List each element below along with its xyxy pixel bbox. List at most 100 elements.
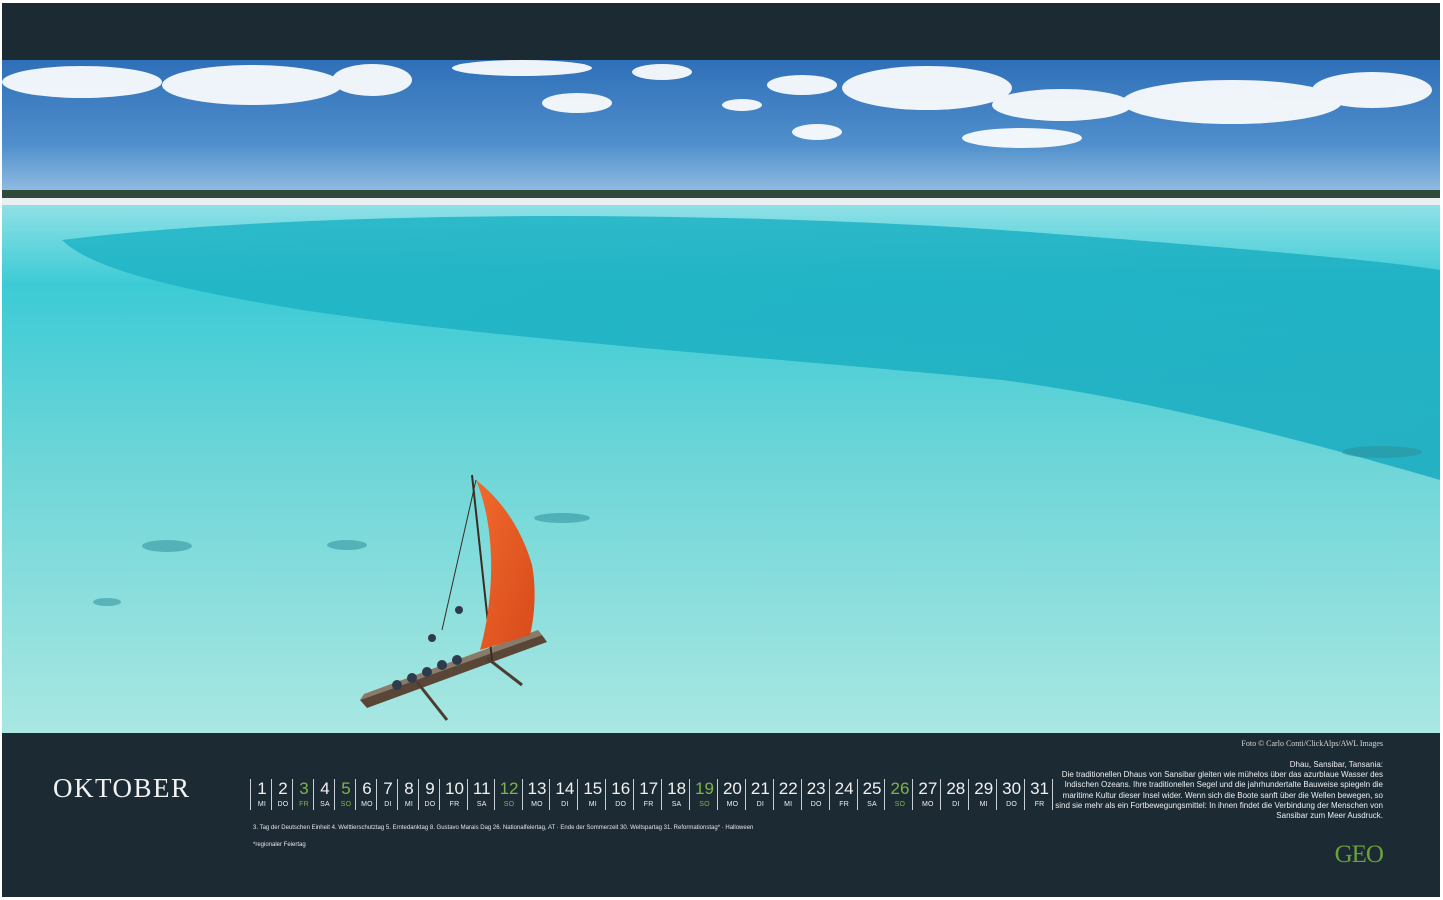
- day-number: 9: [425, 779, 435, 798]
- weekday-label: DI: [952, 801, 960, 808]
- calendar-day: 20 MO: [716, 779, 745, 810]
- calendar-day: 27 MO: [912, 779, 940, 810]
- calendar-page: Foto © Carlo Conti/ClickAlps/AWL Images …: [2, 3, 1440, 897]
- day-number: 6: [362, 779, 372, 798]
- day-number: 28: [946, 779, 966, 798]
- weekday-label: SO: [340, 801, 352, 808]
- weekday-label: FR: [449, 801, 460, 808]
- weekday-label: DO: [277, 801, 289, 808]
- calendar-day: 18 SA: [661, 779, 689, 810]
- day-number: 13: [527, 779, 547, 798]
- photo-dhow-zanzibar: [2, 60, 1440, 733]
- calendar-day: 31 FR: [1024, 779, 1054, 810]
- weekday-label: DO: [810, 801, 822, 808]
- weekday-label: MO: [531, 801, 543, 808]
- weekday-label: DI: [561, 801, 569, 808]
- calendar-day: 25 SA: [856, 779, 885, 810]
- calendar-day: 24 FR: [828, 779, 857, 810]
- calendar-day: 13 MO: [521, 779, 550, 810]
- calendar-day: 7 DI: [376, 779, 397, 810]
- weekday-label: SA: [320, 801, 330, 808]
- weekday-label: DO: [424, 801, 436, 808]
- day-number: 7: [383, 779, 393, 798]
- weekday-label: FR: [839, 801, 849, 808]
- calendar-day: 17 FR: [633, 779, 661, 810]
- holiday-footnote: *regionaler Feiertag: [253, 842, 306, 848]
- calendar-day: 11 SA: [466, 779, 494, 810]
- day-number: 11: [472, 779, 491, 798]
- day-number: 24: [834, 779, 854, 798]
- day-strip: 1 MI 2 DO 3 FR 4 SA 5 SO 6 MO 7 DI 8 MI 9 DO 10 FR 11 SA 12 SO 1…: [250, 779, 1054, 810]
- weekday-label: DI: [756, 801, 765, 808]
- holiday-list: 3. Tag der Deutschen Einheit 4. Welttier…: [253, 825, 754, 831]
- day-number: 1: [257, 779, 267, 798]
- weekday-label: FR: [1034, 801, 1045, 808]
- day-number: 5: [341, 779, 351, 798]
- day-number: 27: [918, 779, 938, 798]
- day-number: 21: [750, 779, 770, 798]
- calendar-day: 8 MI: [397, 779, 418, 810]
- weekday-label: SO: [503, 801, 515, 808]
- weekday-label: DI: [384, 801, 392, 808]
- day-number: 2: [278, 779, 288, 798]
- day-number: 30: [1002, 779, 1022, 798]
- day-number: 10: [445, 779, 464, 798]
- calendar-day: 29 MI: [968, 779, 996, 810]
- weekday-label: SO: [894, 801, 906, 808]
- calendar-day: 28 DI: [940, 779, 968, 810]
- weekday-label: DO: [615, 801, 627, 808]
- day-number: 8: [404, 779, 414, 798]
- day-number: 18: [667, 779, 687, 798]
- calendar-day: 3 FR: [292, 779, 313, 810]
- calendar-day: 9 DO: [418, 779, 439, 810]
- weekday-label: SO: [699, 801, 710, 808]
- weekday-label: SA: [671, 801, 682, 808]
- day-number: 20: [722, 779, 742, 798]
- day-number: 14: [555, 779, 575, 798]
- calendar-day: 19 SO: [689, 779, 717, 810]
- weekday-label: SA: [867, 801, 877, 808]
- weekday-label: MI: [979, 801, 988, 808]
- calendar-day: 21 DI: [744, 779, 773, 810]
- calendar-day: 10 FR: [439, 779, 467, 810]
- calendar-day: 22 MI: [772, 779, 801, 810]
- calendar-day: 14 DI: [549, 779, 577, 810]
- day-number: 16: [611, 779, 631, 798]
- calendar-day: 23 DO: [800, 779, 829, 810]
- calendar-day: 4 SA: [313, 779, 334, 810]
- day-number: 12: [499, 779, 519, 798]
- day-number: 17: [639, 779, 659, 798]
- caption-title: Dhau, Sansibar, Tansania:: [1289, 760, 1383, 769]
- day-number: 15: [583, 779, 603, 798]
- weekday-label: MO: [361, 801, 373, 808]
- day-number: 25: [862, 779, 882, 798]
- weekday-label: DO: [1006, 801, 1018, 808]
- geo-logo: GEO: [1334, 841, 1384, 868]
- weekday-label: MO: [922, 801, 934, 808]
- weekday-label: SA: [476, 801, 487, 808]
- day-number: 26: [890, 779, 910, 798]
- weekday-label: MI: [257, 801, 267, 808]
- weekday-label: FR: [643, 801, 654, 808]
- weekday-label: FR: [299, 801, 309, 808]
- seascape-image: [2, 60, 1440, 733]
- weekday-label: MI: [404, 801, 414, 808]
- day-number: 4: [320, 779, 330, 798]
- calendar-day: 15 MI: [577, 779, 605, 810]
- calendar-day: 16 DO: [605, 779, 633, 810]
- calendar-day: 1 MI: [250, 779, 271, 810]
- weekday-label: MI: [588, 801, 597, 808]
- calendar-day: 5 SO: [334, 779, 355, 810]
- calendar-day: 30 DO: [996, 779, 1024, 810]
- day-number: 31: [1030, 779, 1050, 798]
- photo-caption: Dhau, Sansibar, Tansania: Die traditione…: [1053, 760, 1383, 821]
- weekday-label: MI: [784, 801, 793, 808]
- photo-credit: Foto © Carlo Conti/ClickAlps/AWL Images: [1241, 739, 1383, 748]
- day-number: 29: [974, 779, 994, 798]
- day-number: 22: [778, 779, 798, 798]
- calendar-day: 6 MO: [355, 779, 376, 810]
- calendar-day: 12 SO: [493, 779, 522, 810]
- month-title: OKTOBER: [53, 773, 191, 803]
- calendar-day: 26 SO: [884, 779, 912, 810]
- day-number: 3: [299, 779, 309, 798]
